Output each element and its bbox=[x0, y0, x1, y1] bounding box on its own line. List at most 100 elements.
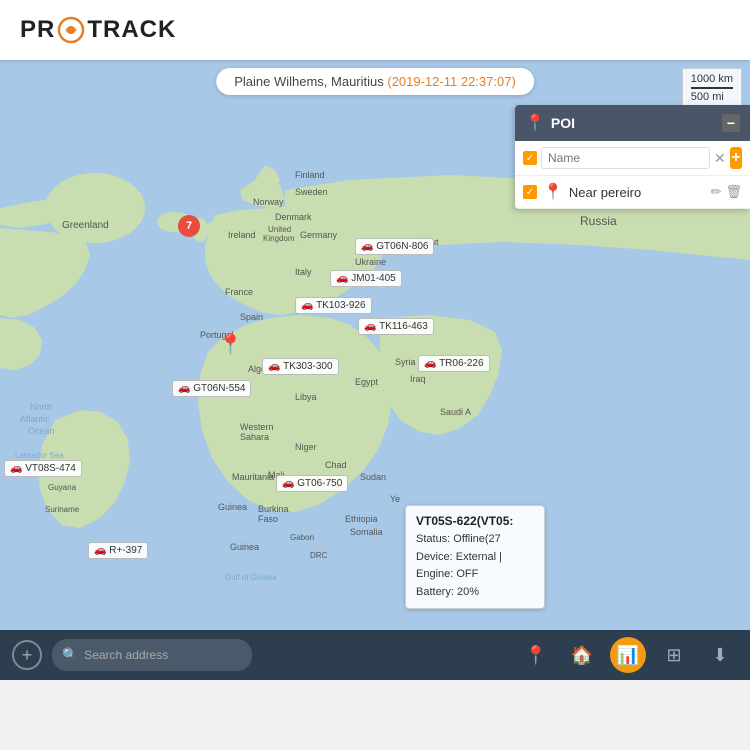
svg-text:Niger: Niger bbox=[295, 442, 317, 452]
tooltip-name: VT05S-622(VT05: bbox=[416, 512, 534, 531]
logo-text-before: PR bbox=[20, 16, 55, 44]
vehicle-label-gt06750[interactable]: 🚗 GT06-750 bbox=[276, 475, 348, 492]
svg-text:Iraq: Iraq bbox=[410, 374, 426, 384]
edit-icon[interactable]: ✏ bbox=[711, 184, 722, 200]
svg-text:Somalia: Somalia bbox=[350, 527, 383, 537]
plus-icon: + bbox=[22, 645, 33, 666]
checkmark-icon: ✓ bbox=[526, 153, 534, 164]
svg-text:Ethiopia: Ethiopia bbox=[345, 514, 378, 524]
svg-text:Sudan: Sudan bbox=[360, 472, 386, 482]
cluster-badge[interactable]: 7 bbox=[178, 215, 200, 237]
svg-text:Ukraine: Ukraine bbox=[355, 257, 386, 267]
svg-text:Guinea: Guinea bbox=[218, 502, 247, 512]
tooltip-battery: Battery: 20% bbox=[416, 584, 534, 602]
svg-text:Atlantic: Atlantic bbox=[20, 414, 50, 424]
svg-text:Chad: Chad bbox=[325, 460, 347, 470]
vehicle-label-vt08s474[interactable]: 🚗 VT08S-474 bbox=[4, 460, 82, 477]
map-pin[interactable]: 📍 bbox=[218, 332, 243, 357]
svg-text:United: United bbox=[268, 225, 291, 234]
vehicle-label-gt06n554[interactable]: 🚗 GT06N-554 bbox=[172, 380, 251, 397]
svg-text:Guyana: Guyana bbox=[48, 483, 77, 492]
svg-text:Denmark: Denmark bbox=[275, 212, 312, 222]
search-bar[interactable]: 🔍 bbox=[52, 639, 252, 671]
svg-text:Saudi A: Saudi A bbox=[440, 407, 471, 417]
poi-minimize-button[interactable]: − bbox=[722, 114, 740, 132]
poi-title: 📍 POI bbox=[525, 113, 575, 133]
tooltip-engine: Engine: OFF bbox=[416, 566, 534, 584]
tooltip-card: VT05S-622(VT05: Status: Offline(27 Devic… bbox=[405, 505, 545, 609]
svg-text:Norway: Norway bbox=[253, 197, 284, 207]
poi-search-input[interactable] bbox=[541, 147, 710, 169]
scale-mi: 500 mi bbox=[691, 91, 733, 103]
poi-marker-icon: 📍 bbox=[543, 182, 563, 202]
search-icon: 🔍 bbox=[62, 647, 78, 663]
svg-text:Sweden: Sweden bbox=[295, 187, 328, 197]
location-text: Plaine Wilhems, Mauritius bbox=[234, 74, 384, 89]
download-button[interactable]: ⬇ bbox=[702, 637, 738, 673]
header: PR TRACK bbox=[0, 0, 750, 60]
poi-add-button[interactable]: + bbox=[730, 147, 742, 169]
svg-text:Kingdom: Kingdom bbox=[263, 234, 295, 243]
svg-text:Finland: Finland bbox=[295, 170, 325, 180]
svg-text:Greenland: Greenland bbox=[62, 220, 109, 231]
home-button[interactable]: 🏠 bbox=[564, 637, 600, 673]
vehicle-label-tk103926[interactable]: 🚗 TK103-926 bbox=[295, 297, 372, 314]
chart-button[interactable]: 📊 bbox=[610, 637, 646, 673]
svg-text:Guinea: Guinea bbox=[230, 542, 259, 552]
vehicle-label-tk116463[interactable]: 🚗 TK116-463 bbox=[358, 318, 434, 335]
svg-text:Western: Western bbox=[240, 422, 273, 432]
poi-search-checkbox[interactable]: ✓ bbox=[523, 151, 537, 165]
logo-text-after: TRACK bbox=[87, 16, 176, 44]
svg-text:Sahara: Sahara bbox=[240, 432, 269, 442]
svg-text:France: France bbox=[225, 287, 253, 297]
scale-km: 1000 km bbox=[691, 73, 733, 89]
svg-text:Ireland: Ireland bbox=[228, 230, 256, 240]
add-button[interactable]: + bbox=[12, 640, 42, 670]
svg-text:Syria: Syria bbox=[395, 357, 416, 367]
svg-text:Ye: Ye bbox=[390, 494, 400, 504]
svg-text:DRC: DRC bbox=[310, 551, 328, 560]
svg-text:Italy: Italy bbox=[295, 267, 312, 277]
svg-text:Spain: Spain bbox=[240, 312, 263, 322]
poi-item-checkbox[interactable]: ✓ bbox=[523, 185, 537, 199]
poi-panel: 📍 POI − ✓ ✕ + ✓ 📍 Near pereiro bbox=[515, 105, 750, 209]
poi-item-name: Near pereiro bbox=[569, 185, 705, 200]
poi-location-icon: 📍 bbox=[525, 113, 545, 133]
minus-icon: − bbox=[727, 115, 735, 131]
plus-icon: + bbox=[731, 149, 740, 167]
poi-edit-icons: ✏ 🗑 bbox=[711, 184, 742, 200]
checkmark-icon-2: ✓ bbox=[526, 187, 534, 198]
vehicle-label-jm01405[interactable]: 🚗 JM01-405 bbox=[330, 270, 402, 287]
svg-text:Egypt: Egypt bbox=[355, 377, 379, 387]
svg-text:Gulf of Guinea: Gulf of Guinea bbox=[225, 573, 277, 582]
vehicle-label-tr06226[interactable]: 🚗 TR06-226 bbox=[418, 355, 490, 372]
location-bar: Plaine Wilhems, Mauritius (2019-12-11 22… bbox=[216, 68, 534, 95]
svg-text:North: North bbox=[30, 402, 52, 412]
datetime-text: (2019-12-11 22:37:07) bbox=[387, 74, 515, 89]
poi-actions: − bbox=[722, 114, 740, 132]
location-button[interactable]: 📍 bbox=[518, 637, 554, 673]
svg-text:Germany: Germany bbox=[300, 230, 338, 240]
tooltip-device: Device: External | bbox=[416, 549, 534, 567]
map-container[interactable]: Greenland France Spain Portugal Germany … bbox=[0, 60, 750, 630]
poi-header: 📍 POI − bbox=[515, 105, 750, 141]
grid-button[interactable]: ⊞ bbox=[656, 637, 692, 673]
poi-item-row[interactable]: ✓ 📍 Near pereiro ✏ 🗑 bbox=[515, 176, 750, 209]
svg-text:Labrador Sea: Labrador Sea bbox=[15, 451, 64, 460]
svg-text:Burkina: Burkina bbox=[258, 504, 289, 514]
search-input[interactable] bbox=[84, 648, 242, 662]
svg-text:Faso: Faso bbox=[258, 514, 278, 524]
svg-text:Russia: Russia bbox=[580, 214, 617, 228]
poi-clear-button[interactable]: ✕ bbox=[714, 150, 726, 167]
vehicle-label-r397[interactable]: 🚗 R+-397 bbox=[88, 542, 148, 559]
svg-text:Ocean: Ocean bbox=[28, 426, 55, 436]
scale-bar: 1000 km 500 mi bbox=[682, 68, 742, 108]
vehicle-label-tk303300[interactable]: 🚗 TK303-300 bbox=[262, 358, 339, 375]
svg-text:Suriname: Suriname bbox=[45, 505, 80, 514]
vehicle-label-gt06n806[interactable]: 🚗 GT06N-806 bbox=[355, 238, 434, 255]
poi-title-label: POI bbox=[551, 115, 575, 131]
bottom-bar: + 🔍 📍 🏠 📊 ⊞ ⬇ bbox=[0, 630, 750, 680]
delete-icon[interactable]: 🗑 bbox=[725, 184, 742, 200]
cluster-count: 7 bbox=[186, 220, 192, 232]
svg-text:Libya: Libya bbox=[295, 392, 317, 402]
